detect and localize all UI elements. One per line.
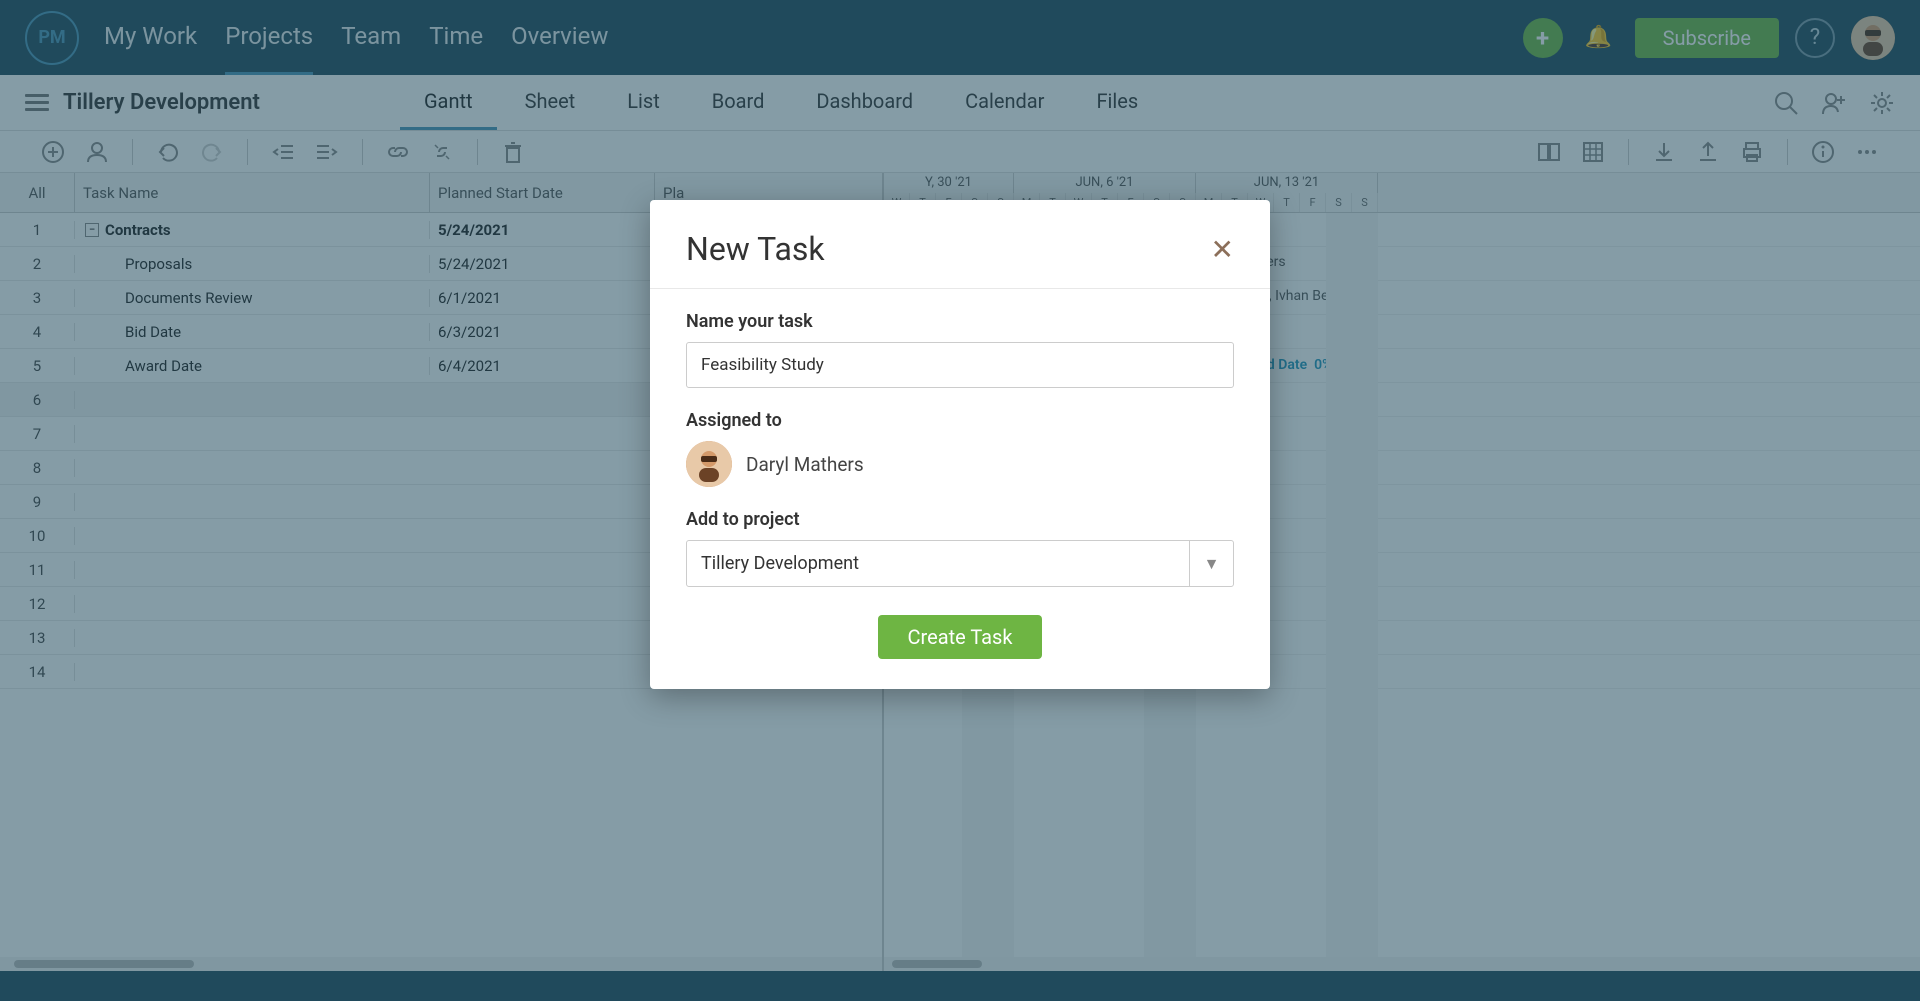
add-to-project-label: Add to project [686, 509, 1234, 530]
assignee-name: Daryl Mathers [746, 453, 864, 476]
modal-body: Name your task Assigned to Daryl Mathers… [650, 289, 1270, 689]
modal-overlay[interactable]: New Task ✕ Name your task Assigned to Da… [0, 0, 1920, 1001]
new-task-modal: New Task ✕ Name your task Assigned to Da… [650, 200, 1270, 689]
create-task-button[interactable]: Create Task [878, 615, 1043, 659]
project-select[interactable]: Tillery Development ▼ [686, 540, 1234, 587]
avatar-icon [686, 441, 732, 487]
assigned-to-label: Assigned to [686, 410, 1234, 431]
assignee-row[interactable]: Daryl Mathers [686, 441, 1234, 487]
project-select-value: Tillery Development [687, 541, 1189, 586]
modal-header: New Task ✕ [650, 200, 1270, 289]
modal-title: New Task [686, 230, 825, 268]
task-name-input[interactable] [686, 342, 1234, 388]
task-name-label: Name your task [686, 311, 1234, 332]
close-icon[interactable]: ✕ [1211, 233, 1234, 266]
assignee-avatar [686, 441, 732, 487]
chevron-down-icon: ▼ [1189, 541, 1233, 586]
